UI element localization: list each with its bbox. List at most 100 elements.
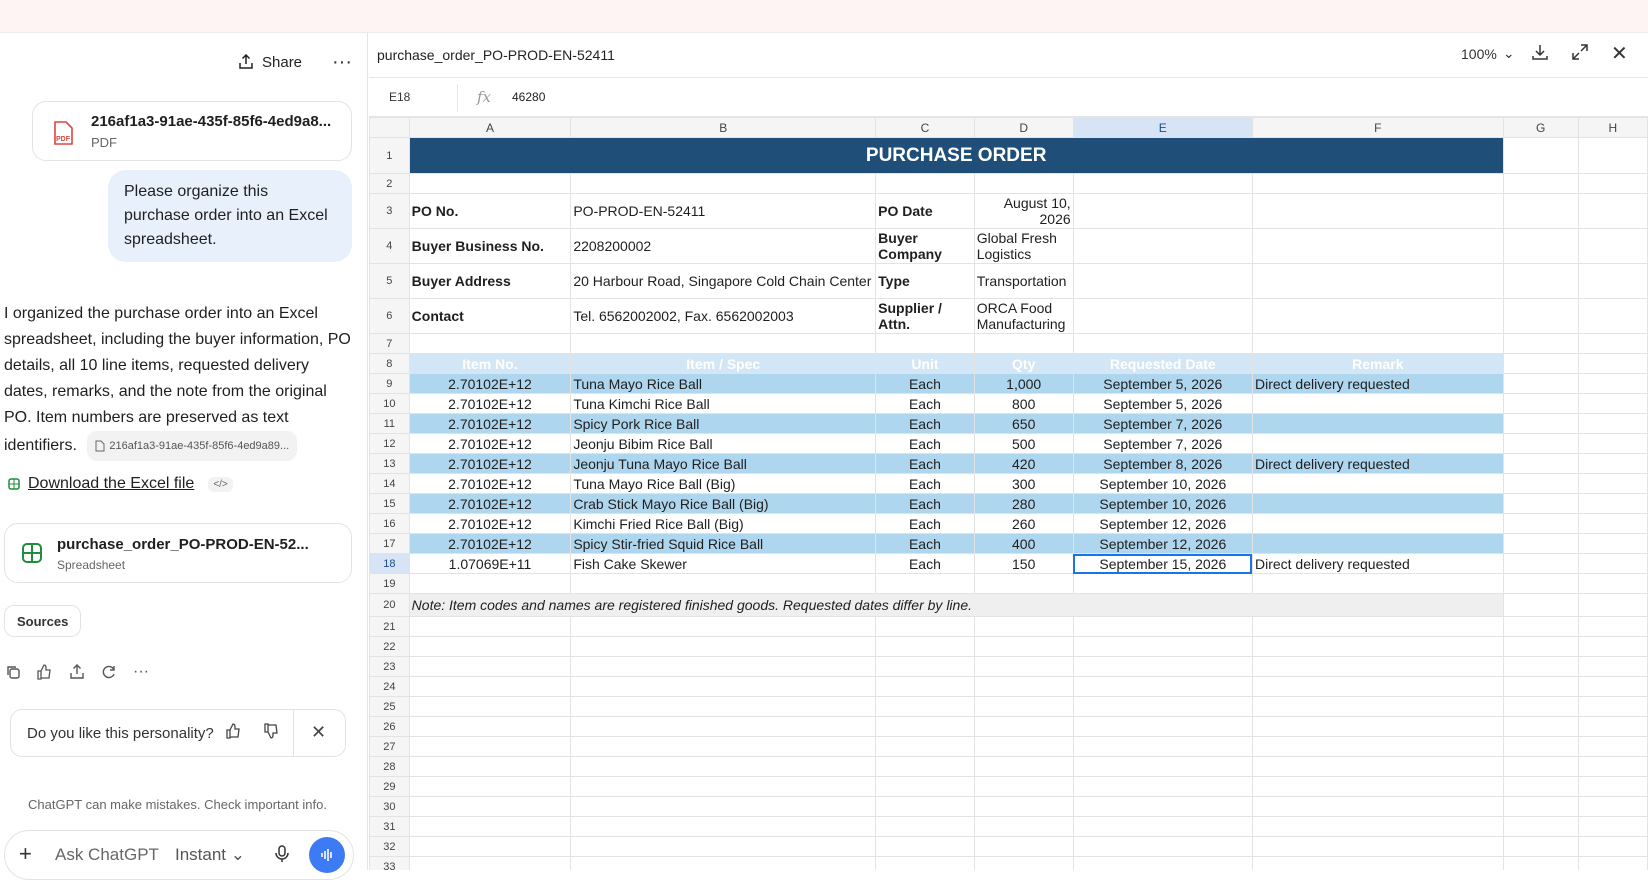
- remark-cell[interactable]: Direct delivery requested: [1251, 553, 1504, 574]
- cell[interactable]: [1577, 173, 1648, 194]
- cell[interactable]: [1502, 433, 1579, 454]
- po-title-cell[interactable]: PURCHASE ORDER: [408, 137, 1504, 174]
- remark-cell[interactable]: Direct delivery requested: [1251, 373, 1504, 394]
- item-spec-cell[interactable]: Jeonju Bibim Rice Ball: [570, 433, 877, 454]
- cell[interactable]: [973, 616, 1074, 637]
- cell[interactable]: [875, 573, 975, 594]
- share-message-icon[interactable]: [68, 663, 86, 681]
- cell[interactable]: [1072, 696, 1253, 717]
- po-no-value[interactable]: PO-PROD-EN-52411: [570, 193, 877, 229]
- sources-button[interactable]: Sources: [4, 605, 82, 637]
- cell[interactable]: [1072, 716, 1253, 737]
- cell[interactable]: [408, 173, 572, 194]
- cell[interactable]: [1502, 756, 1579, 777]
- remark-cell[interactable]: [1251, 473, 1504, 494]
- cell[interactable]: [973, 756, 1074, 777]
- item-no-cell[interactable]: 2.70102E+12: [408, 493, 572, 514]
- requested-date-cell[interactable]: September 10, 2026: [1072, 493, 1253, 514]
- row-header[interactable]: 5: [369, 263, 410, 299]
- item-spec-cell[interactable]: Spicy Pork Rice Ball: [570, 413, 877, 434]
- row-header[interactable]: 1: [369, 137, 410, 174]
- item-spec-cell[interactable]: Crab Stick Mayo Rice Ball (Big): [570, 493, 877, 514]
- close-icon[interactable]: ✕: [311, 722, 326, 743]
- cell[interactable]: [875, 676, 975, 697]
- cell[interactable]: [1577, 656, 1648, 677]
- cell[interactable]: [1502, 333, 1579, 354]
- buyer-business-no-label[interactable]: Buyer Business No.: [408, 228, 572, 264]
- type-value[interactable]: Transportation: [973, 263, 1074, 299]
- cell[interactable]: [570, 636, 877, 657]
- item-no-cell[interactable]: 1.07069E+11: [408, 553, 572, 574]
- requested-date-cell[interactable]: September 8, 2026: [1072, 453, 1253, 474]
- column-header-a[interactable]: A: [408, 117, 572, 138]
- column-header-g[interactable]: G: [1502, 117, 1579, 138]
- row-header[interactable]: 3: [369, 193, 410, 229]
- cell[interactable]: [1502, 776, 1579, 797]
- supplier-label[interactable]: Supplier / Attn.: [875, 298, 975, 334]
- qty-cell[interactable]: 420: [973, 453, 1074, 474]
- cell[interactable]: [1502, 228, 1579, 264]
- unit-cell[interactable]: Each: [875, 513, 975, 534]
- cell[interactable]: [1502, 816, 1579, 837]
- cell[interactable]: [1072, 676, 1253, 697]
- cell[interactable]: [1577, 473, 1648, 494]
- more-actions-icon[interactable]: ···: [132, 663, 150, 681]
- cell[interactable]: [1502, 453, 1579, 474]
- cell[interactable]: [1577, 796, 1648, 817]
- cell[interactable]: [973, 676, 1074, 697]
- row-header[interactable]: 11: [369, 413, 410, 434]
- row-header[interactable]: 23: [369, 656, 410, 677]
- cell[interactable]: [875, 656, 975, 677]
- cell[interactable]: [1072, 796, 1253, 817]
- cell[interactable]: [1502, 473, 1579, 494]
- item-no-cell[interactable]: 2.70102E+12: [408, 473, 572, 494]
- cell[interactable]: [875, 333, 975, 354]
- item-no-cell[interactable]: 2.70102E+12: [408, 533, 572, 554]
- cell[interactable]: [1502, 553, 1579, 574]
- buyer-address-label[interactable]: Buyer Address: [408, 263, 572, 299]
- header-item-spec[interactable]: Item / Spec: [570, 353, 877, 374]
- item-no-cell[interactable]: 2.70102E+12: [408, 453, 572, 474]
- row-header[interactable]: 28: [369, 756, 410, 777]
- cell[interactable]: [408, 573, 572, 594]
- unit-cell[interactable]: Each: [875, 493, 975, 514]
- buyer-business-no-value[interactable]: 2208200002: [570, 228, 877, 264]
- cell[interactable]: [973, 696, 1074, 717]
- item-spec-cell[interactable]: Tuna Mayo Rice Ball: [570, 373, 877, 394]
- corner-cell[interactable]: [369, 117, 410, 138]
- header-unit[interactable]: Unit: [875, 353, 975, 374]
- cell[interactable]: [1577, 676, 1648, 697]
- cell[interactable]: [1577, 373, 1648, 394]
- cell[interactable]: [1502, 796, 1579, 817]
- row-header[interactable]: 12: [369, 433, 410, 454]
- row-header[interactable]: 31: [369, 816, 410, 837]
- cell[interactable]: [408, 333, 572, 354]
- remark-cell[interactable]: [1251, 513, 1504, 534]
- row-header[interactable]: 7: [369, 333, 410, 354]
- cell[interactable]: [875, 836, 975, 857]
- spreadsheet-file-card[interactable]: purchase_order_PO-PROD-EN-52... Spreadsh…: [4, 523, 352, 583]
- cell[interactable]: [1502, 573, 1579, 594]
- microphone-icon[interactable]: [275, 845, 289, 868]
- cell[interactable]: [875, 856, 975, 870]
- cell[interactable]: [408, 856, 572, 870]
- cell[interactable]: [1502, 616, 1579, 637]
- cell[interactable]: [1072, 736, 1253, 757]
- cell[interactable]: [1072, 193, 1253, 229]
- unit-cell[interactable]: Each: [875, 473, 975, 494]
- cell[interactable]: [1072, 816, 1253, 837]
- cell[interactable]: [570, 736, 877, 757]
- contact-value[interactable]: Tel. 6562002002, Fax. 6562002003: [570, 298, 877, 334]
- cell[interactable]: [1072, 856, 1253, 870]
- unit-cell[interactable]: Each: [875, 413, 975, 434]
- cell[interactable]: [973, 716, 1074, 737]
- cell[interactable]: [1577, 716, 1648, 737]
- cell[interactable]: [570, 173, 877, 194]
- cell[interactable]: [1502, 193, 1579, 229]
- item-spec-cell[interactable]: Tuna Kimchi Rice Ball: [570, 393, 877, 414]
- cell[interactable]: [1251, 756, 1504, 777]
- column-header-d[interactable]: D: [973, 117, 1074, 138]
- row-header[interactable]: 22: [369, 636, 410, 657]
- cell[interactable]: [1251, 836, 1504, 857]
- row-header[interactable]: 10: [369, 393, 410, 414]
